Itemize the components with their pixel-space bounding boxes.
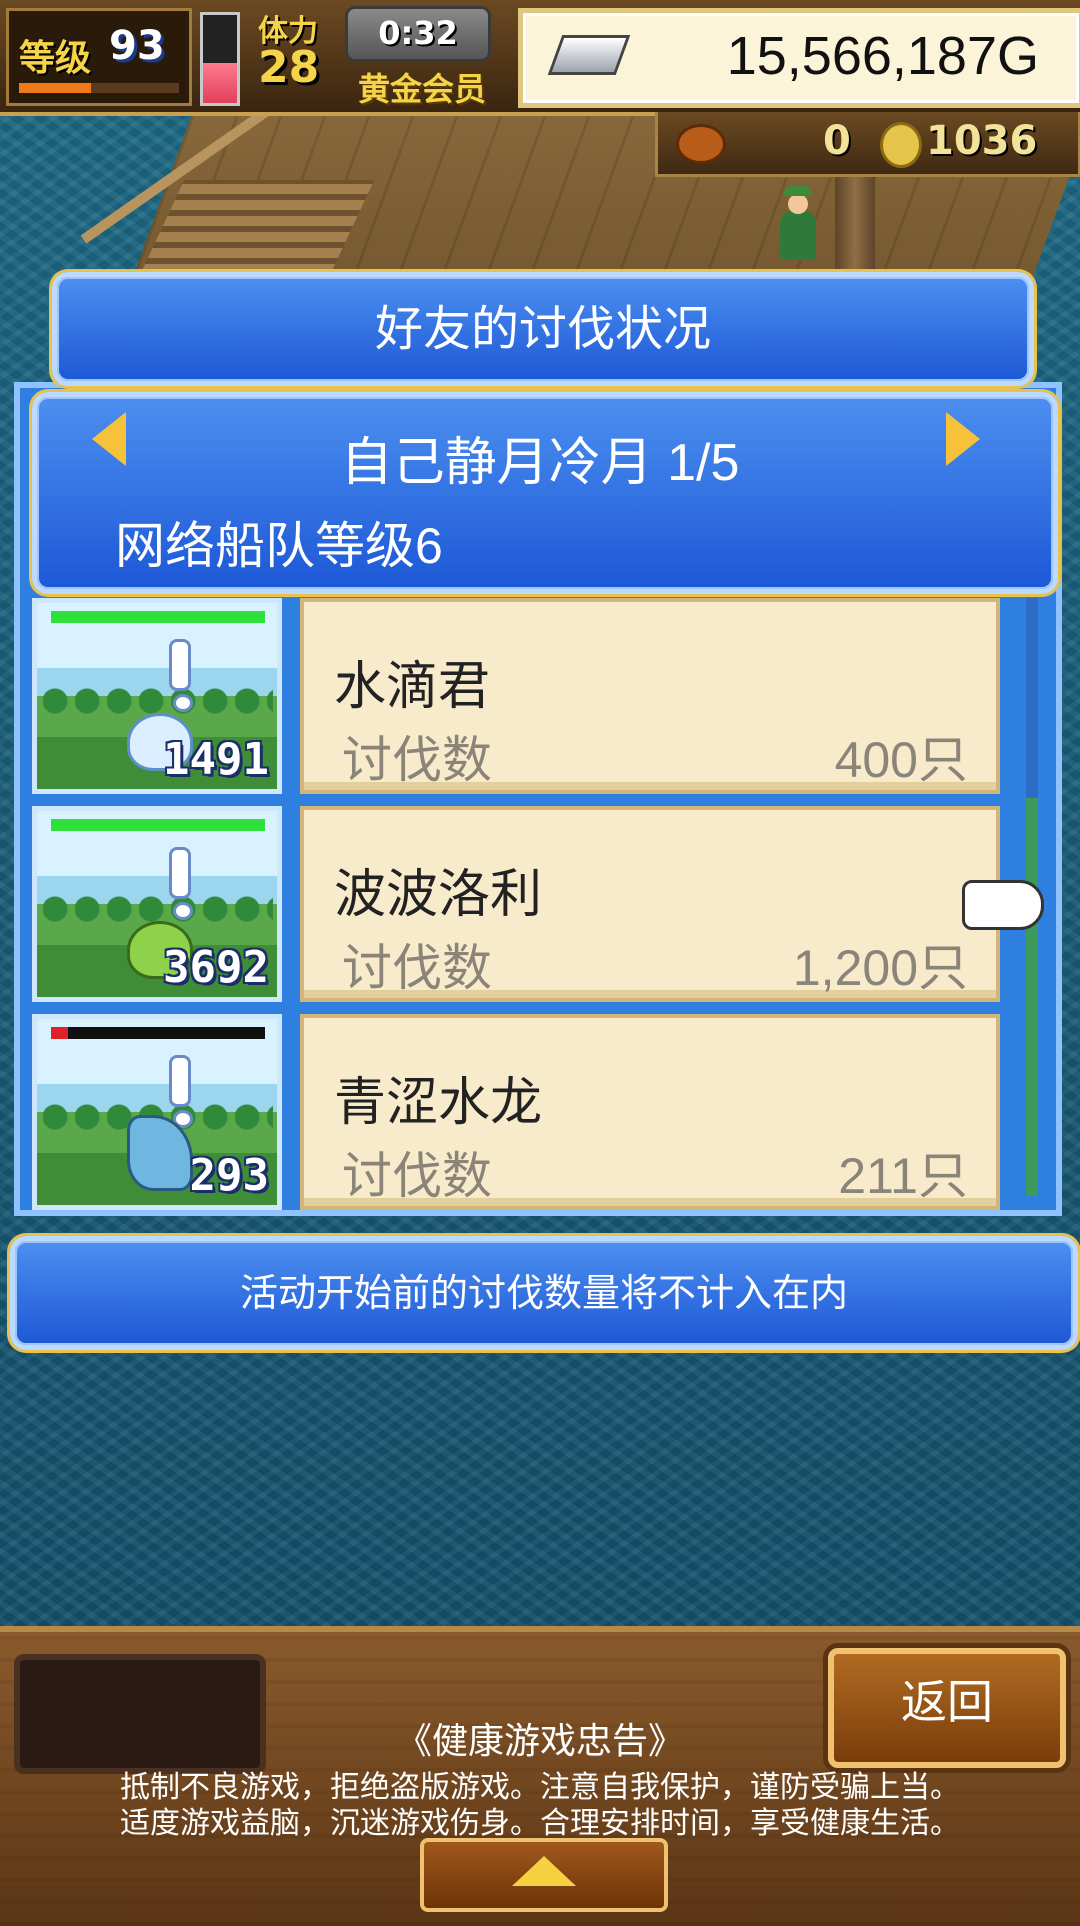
defeat-value: 400只 (834, 732, 968, 788)
exclamation-icon (169, 847, 193, 920)
defeat-label: 讨伐数 (342, 732, 492, 788)
arrow-left-icon[interactable] (92, 412, 126, 466)
defeat-label: 讨伐数 (342, 1148, 492, 1204)
entry-card: 波波洛利 讨伐数 1,200只 (300, 806, 1000, 1002)
entry-card: 青涩水龙 讨伐数 211只 (300, 1014, 1000, 1210)
player-name: 自己静月冷月 1/5 (340, 434, 740, 492)
level-progress-fill (19, 83, 91, 93)
stamina-value: 28 (258, 42, 320, 93)
hp-bar (51, 611, 265, 623)
list-item[interactable]: 3692 波波洛利 讨伐数 1,200只 (32, 806, 1022, 1006)
level-value: 93 (109, 23, 165, 69)
expand-button[interactable] (420, 1838, 668, 1912)
hp-bar (51, 1027, 265, 1039)
up-arrow-icon (512, 1856, 576, 1886)
monster-name: 水滴君 (334, 658, 491, 716)
monster-name: 波波洛利 (334, 866, 543, 924)
dialog-note: 活动开始前的讨伐数量将不计入在内 (10, 1236, 1078, 1350)
coin-count: 1036 (926, 118, 1038, 164)
food-count: 0 (823, 118, 851, 164)
hp-fill (51, 1027, 69, 1039)
exclamation-icon (169, 1055, 193, 1128)
stamina-timer: 0:32 (345, 6, 491, 62)
entry-card: 水滴君 讨伐数 400只 (300, 598, 1000, 794)
hp-bar (51, 819, 265, 831)
monster-thumbnail: 293 (32, 1014, 282, 1210)
gold-value: 15,566,187G (726, 26, 1039, 86)
hp-fill (51, 819, 265, 831)
scrollbar-thumb[interactable] (1026, 798, 1038, 1196)
gold-member-badge[interactable]: 黄金会员 (358, 64, 486, 110)
coin-icon (880, 122, 922, 168)
defeat-label: 讨伐数 (342, 940, 492, 996)
health-advisory-line-2: 适度游戏益脑，沉迷游戏伤身。合理安排时间，享受健康生活。 (120, 1807, 960, 1840)
level-box: 等级 93 (6, 8, 192, 106)
silver-bar-icon (547, 35, 631, 75)
level-label: 等级 (19, 38, 92, 79)
monster-thumbnail: 1491 (32, 598, 282, 794)
top-hud: 等级 93 体力 28 0:32 黄金会员 15,566,187G (0, 0, 1080, 116)
food-icon (676, 124, 726, 164)
resource-bar: 0 1036 (655, 112, 1080, 177)
list-item[interactable]: 1491 水滴君 讨伐数 400只 (32, 598, 1022, 798)
monster-count: 293 (189, 1150, 269, 1201)
arrow-right-icon[interactable] (946, 412, 980, 466)
stamina-gauge-fill (203, 63, 237, 103)
monster-thumbnail: 3692 (32, 806, 282, 1002)
pointer-hand-icon (962, 880, 1044, 930)
list-item[interactable]: 293 青涩水龙 讨伐数 211只 (32, 1014, 1022, 1214)
sailor-character (780, 186, 816, 260)
monster-count: 1491 (163, 734, 269, 785)
defeat-value: 1,200只 (792, 940, 968, 996)
stamina-gauge (200, 12, 240, 106)
exclamation-icon (169, 639, 193, 712)
health-advisory-title: 《健康游戏忠告》 (395, 1720, 684, 1761)
level-progress-bar (19, 83, 179, 93)
hp-fill (51, 611, 265, 623)
monster-count: 3692 (163, 942, 269, 993)
fleet-level: 网络船队等级6 (115, 518, 443, 574)
dialog-title: 好友的讨伐状况 (52, 272, 1034, 386)
defeat-value: 211只 (838, 1148, 968, 1204)
monster-name: 青涩水龙 (334, 1074, 543, 1132)
gold-display[interactable]: 15,566,187G (518, 8, 1080, 108)
